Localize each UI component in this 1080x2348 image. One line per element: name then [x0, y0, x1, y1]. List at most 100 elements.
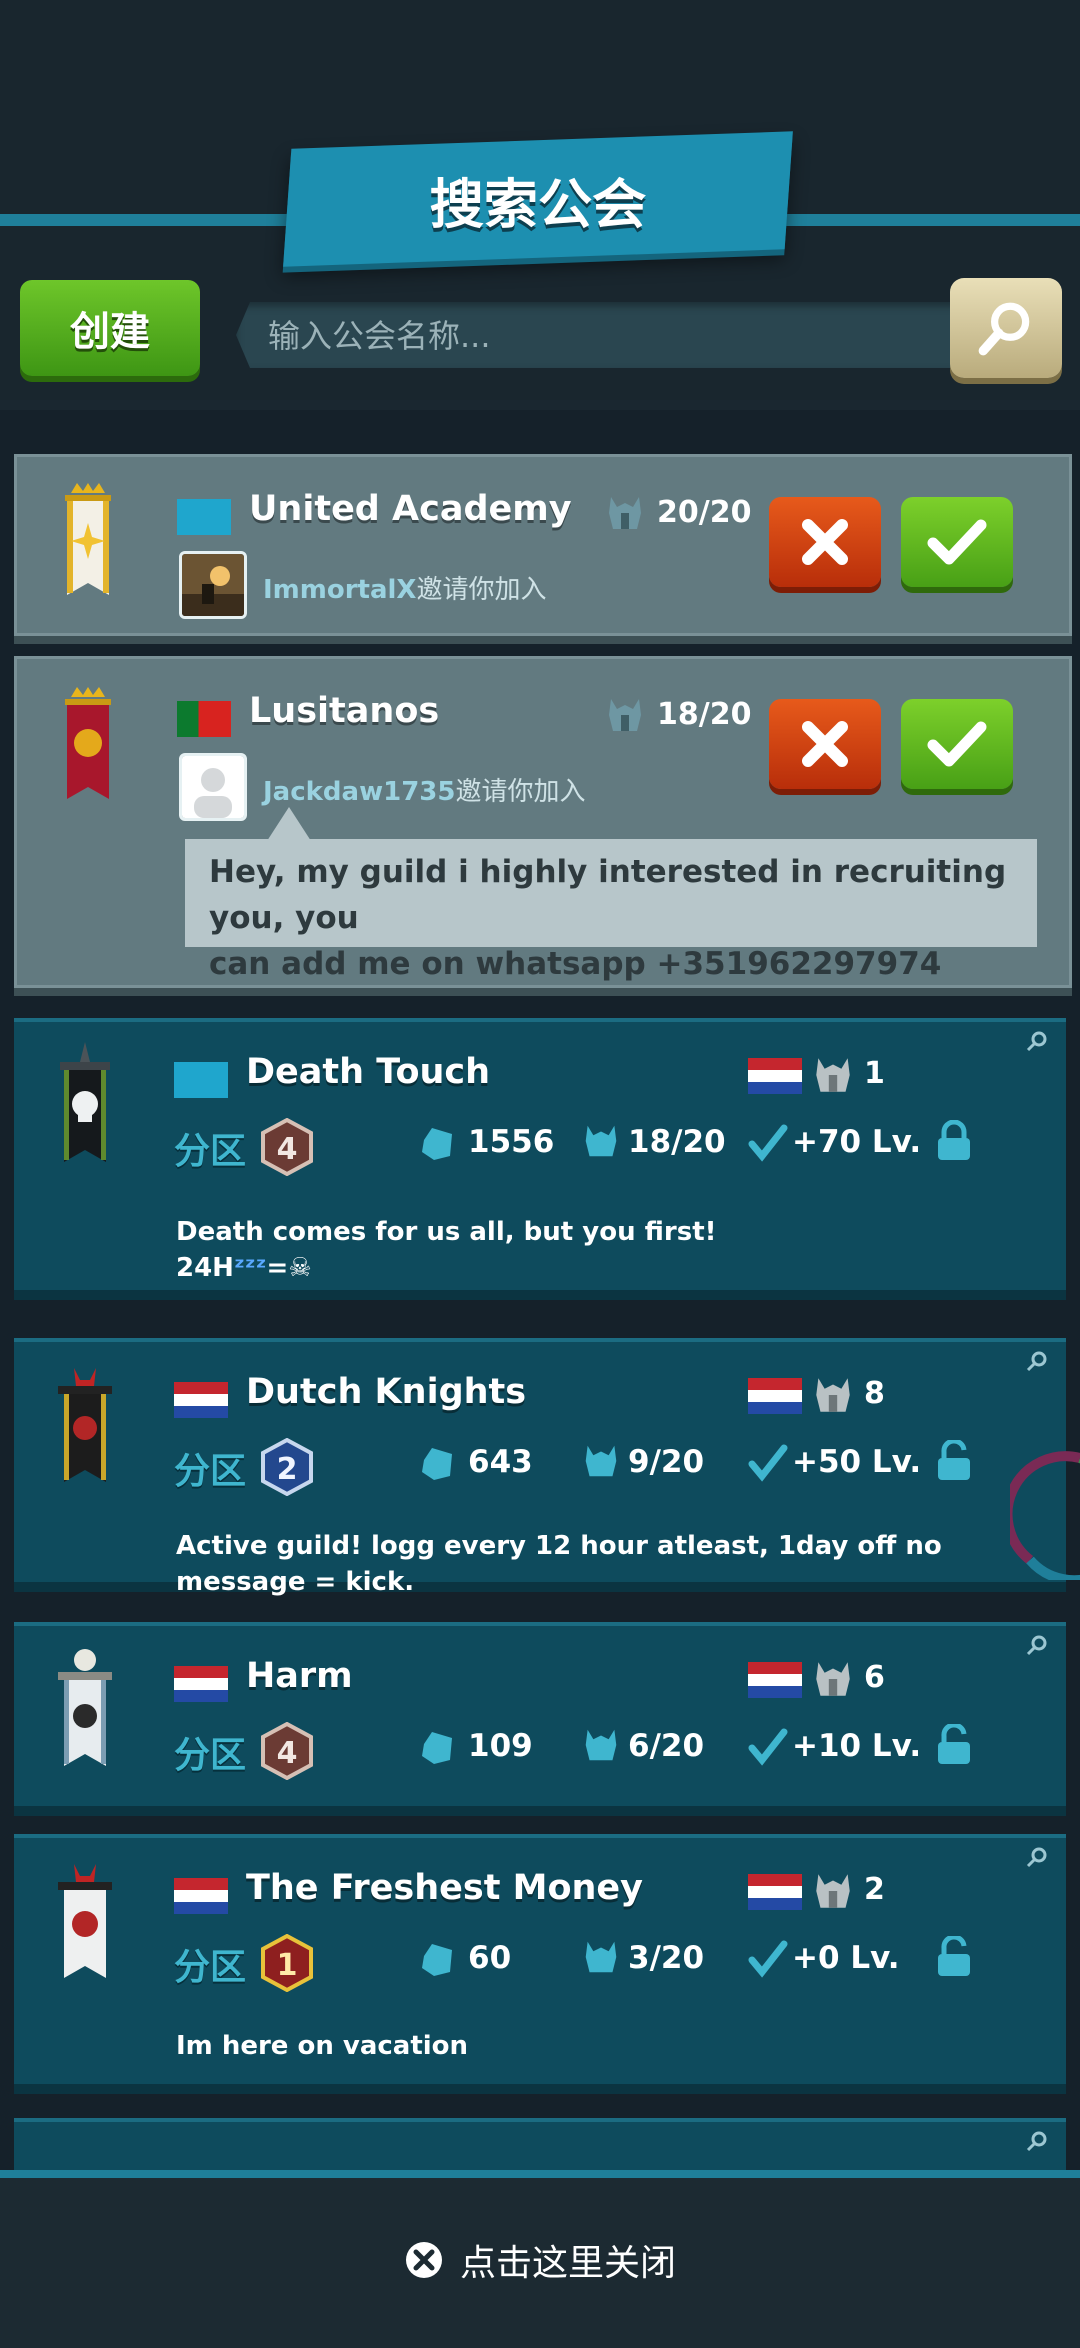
avatar	[179, 551, 247, 619]
fist-icon	[422, 1128, 452, 1160]
demon-banner-icon	[58, 1368, 112, 1482]
flag-icon-world	[177, 499, 231, 535]
accept-invite-button[interactable]	[901, 497, 1013, 587]
guild-card-the-freshest-money[interactable]: The Freshest Money 2 分区 1 60 3/20 +0 Lv.…	[14, 1834, 1066, 2084]
guild-power: 60	[468, 1940, 512, 1976]
invite-message: Hey, my guild i highly interested in rec…	[185, 839, 1037, 982]
checkmark-icon	[748, 1124, 788, 1162]
title-banner: 搜索公会	[283, 131, 793, 267]
reject-invite-button[interactable]	[769, 699, 881, 789]
helmet-icon	[816, 1378, 850, 1412]
level-requirement: +10 Lv.	[792, 1728, 922, 1764]
skull-banner-icon	[60, 1042, 110, 1162]
zone-badge-icon: 2	[261, 1438, 313, 1496]
sleep-emoji-icon: ᶻᶻᶻ	[233, 1253, 267, 1283]
region-flag-icon	[748, 1378, 802, 1414]
page-title: 搜索公会	[429, 172, 647, 236]
zone-badge-icon: 4	[261, 1118, 313, 1176]
flag-icon-netherlands	[174, 1878, 228, 1914]
guild-card-death-touch[interactable]: Death Touch 1 分区 4 1556 18/20 +70 Lv. De…	[14, 1018, 1066, 1290]
message-line: can add me on whatsapp +351962297974	[209, 946, 942, 982]
guild-description: Active guild! logg every 12 hour atleast…	[176, 1528, 1066, 1600]
helmet-icon	[585, 1445, 617, 1477]
inviter-text: Jackdaw1735邀请你加入	[263, 777, 586, 807]
svg-text:1: 1	[277, 1948, 298, 1983]
helmet-icon	[816, 1662, 850, 1696]
level-requirement: +50 Lv.	[792, 1444, 922, 1480]
svg-text:2: 2	[277, 1452, 298, 1487]
region-flag-icon	[748, 1058, 802, 1094]
lock-open-icon	[938, 1440, 970, 1480]
region-flag-icon	[748, 1874, 802, 1910]
member-count: 6/20	[628, 1728, 705, 1764]
close-circle-icon	[405, 2242, 442, 2278]
close-button[interactable]: 点击这里关闭	[0, 2230, 1080, 2290]
zone-label: 分区	[174, 1947, 247, 1988]
skull-emoji-icon: ☠	[288, 1253, 312, 1283]
guild-name: Death Touch	[246, 1052, 491, 1092]
create-guild-button[interactable]: 创建	[20, 280, 200, 376]
search-icon	[1026, 2131, 1047, 2152]
invite-card-lusitanos: Lusitanos 18/20 Jackdaw1735邀请你加入 Hey, my…	[14, 656, 1072, 988]
member-count: 9/20	[628, 1444, 705, 1480]
helmet-icon	[816, 1058, 850, 1092]
guild-power: 1556	[468, 1124, 555, 1160]
helmet-icon	[609, 699, 641, 731]
member-count: 20/20	[657, 495, 752, 530]
guild-description: Death comes for us all, but you first! 2…	[176, 1214, 717, 1286]
member-count: 3/20	[628, 1940, 705, 1976]
lock-open-icon	[938, 1936, 970, 1976]
demon-banner-icon	[58, 1864, 112, 1978]
svg-text:4: 4	[277, 1736, 298, 1771]
avatar	[179, 753, 247, 821]
search-icon	[1026, 1031, 1047, 1052]
fist-icon	[422, 1944, 452, 1976]
close-icon	[802, 519, 848, 565]
flag-icon-netherlands	[174, 1382, 228, 1418]
helmet-icon	[585, 1729, 617, 1761]
invite-card-united-academy: United Academy 20/20 ImmortalX邀请你加入	[14, 454, 1072, 636]
level-requirement: +0 Lv.	[792, 1940, 900, 1976]
guild-card-partial[interactable]	[14, 2118, 1066, 2170]
flag-icon-netherlands	[174, 1666, 228, 1702]
search-input[interactable]	[266, 302, 950, 368]
checkmark-icon	[748, 1444, 788, 1482]
region-count: 1	[864, 1056, 885, 1091]
guild-card-dutch-knights[interactable]: Dutch Knights 8 分区 2 643 9/20 +50 Lv. Ac…	[14, 1338, 1066, 1597]
level-requirement: +70 Lv.	[792, 1124, 922, 1160]
region-count: 2	[864, 1872, 885, 1907]
member-count: 18/20	[657, 697, 752, 732]
skull-banner-icon	[58, 1649, 112, 1766]
helmet-icon	[585, 1125, 617, 1157]
guild-name: Dutch Knights	[246, 1372, 527, 1412]
message-line: Hey, my guild i highly interested in rec…	[209, 854, 1007, 936]
desc-line: Death comes for us all, but you first!	[176, 1217, 717, 1247]
inviter-text: ImmortalX邀请你加入	[263, 575, 547, 605]
accept-invite-button[interactable]	[901, 699, 1013, 789]
guild-card-harm[interactable]: Harm 6 分区 4 109 6/20 +10 Lv.	[14, 1622, 1066, 1806]
helmet-icon	[816, 1874, 850, 1908]
helmet-icon	[585, 1941, 617, 1973]
checkmark-icon	[748, 1728, 788, 1766]
guild-banner-icon	[65, 483, 111, 595]
search-field[interactable]	[236, 302, 970, 368]
region-flag-icon	[748, 1662, 802, 1698]
close-icon	[802, 721, 848, 767]
guild-power: 643	[468, 1444, 533, 1480]
zone-badge-icon: 4	[261, 1722, 313, 1780]
search-icon	[1026, 1847, 1047, 1868]
svg-text:4: 4	[277, 1132, 298, 1167]
guild-list[interactable]: United Academy 20/20 ImmortalX邀请你加入 Lusi…	[0, 410, 1080, 2170]
flag-icon-world	[174, 1062, 228, 1098]
reject-invite-button[interactable]	[769, 497, 881, 587]
checkmark-icon	[748, 1940, 788, 1978]
checkmark-icon	[927, 721, 987, 767]
progress-ring-icon	[1010, 1451, 1080, 1580]
fist-icon	[422, 1448, 452, 1480]
guild-name: United Academy	[249, 489, 572, 529]
guild-name: Lusitanos	[249, 691, 440, 731]
guild-banner-icon	[65, 687, 111, 799]
search-button[interactable]	[950, 278, 1062, 378]
zone-label: 分区	[174, 1131, 247, 1172]
region-count: 6	[864, 1660, 885, 1695]
